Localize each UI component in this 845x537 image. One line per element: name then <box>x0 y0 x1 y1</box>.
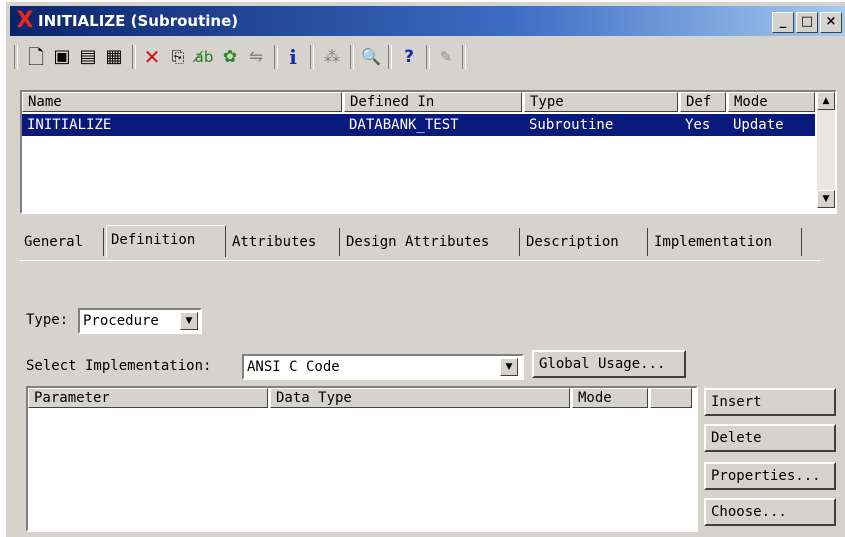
save-icon[interactable]: ▣ <box>50 45 74 69</box>
cell-type: Subroutine <box>529 117 614 133</box>
implementation-select-value: ANSI C Code <box>247 359 340 375</box>
column-header-parameter[interactable]: Parameter <box>28 388 268 408</box>
tab-bar: General Definition Attributes Design Att… <box>20 225 838 260</box>
cell-name: INITIALIZE <box>27 117 112 133</box>
toolbar: 🗋 ▣ ▤ ▦ ✕ ⎘ a̸b ✿ ⇋ i ⁂ 🔍 ? ✎ <box>10 39 845 75</box>
toolbar-separator <box>310 45 314 69</box>
tab-description[interactable]: Description <box>522 228 648 256</box>
tab-design-attributes[interactable]: Design Attributes <box>342 228 520 256</box>
type-label: Type: <box>26 312 69 328</box>
column-header-mode[interactable]: Mode <box>728 92 815 112</box>
parameter-table[interactable]: Parameter Data Type Mode <box>26 386 698 532</box>
window-title: INITIALIZE (Subroutine) <box>38 12 239 30</box>
properties-button[interactable]: Properties... <box>704 462 836 490</box>
grid-scrollbar[interactable]: ▲ ▼ <box>817 92 835 208</box>
implementation-label: Select Implementation: <box>26 358 212 374</box>
tab-general[interactable]: General <box>20 228 104 256</box>
toolbar-separator <box>462 45 466 69</box>
column-header-data-type[interactable]: Data Type <box>270 388 570 408</box>
app-x-icon: X <box>16 8 34 33</box>
find-icon[interactable]: 🔍 <box>358 45 384 69</box>
delete-icon[interactable]: ✕ <box>140 45 164 69</box>
close-button[interactable]: × <box>820 12 842 33</box>
chevron-down-icon[interactable]: ▼ <box>500 358 518 376</box>
column-header-defined-in[interactable]: Defined In <box>344 92 522 112</box>
minimize-button[interactable]: _ <box>772 12 794 33</box>
global-usage-button[interactable]: Global Usage... <box>532 350 686 378</box>
type-select-value: Procedure <box>83 313 159 329</box>
toolbar-separator <box>388 45 392 69</box>
column-header-type[interactable]: Type <box>524 92 678 112</box>
maximize-button[interactable]: □ <box>796 12 818 33</box>
toolbar-separator <box>426 45 430 69</box>
tab-implementation[interactable]: Implementation <box>650 228 802 256</box>
help-icon[interactable]: ? <box>396 45 422 69</box>
cell-def: Yes <box>685 117 711 133</box>
toolbar-separator <box>132 45 136 69</box>
toolbar-separator <box>350 45 354 69</box>
implementation-select[interactable]: ANSI C Code ▼ <box>242 354 524 380</box>
column-header-def[interactable]: Def <box>680 92 726 112</box>
choose-button[interactable]: Choose... <box>704 498 836 526</box>
tab-divider <box>20 260 820 261</box>
delete-button[interactable]: Delete <box>704 424 836 452</box>
compare-icon[interactable]: ⇋ <box>244 45 268 69</box>
copy-icon[interactable]: ⎘ <box>166 45 190 69</box>
chevron-down-icon[interactable]: ▼ <box>180 312 198 330</box>
print-icon[interactable]: ▦ <box>102 45 126 69</box>
toolbar-separator <box>274 45 278 69</box>
subroutine-window: X INITIALIZE (Subroutine) _ □ × 🗋 ▣ ▤ ▦ … <box>6 2 845 537</box>
new-icon[interactable]: 🗋 <box>24 45 48 69</box>
tree-icon[interactable]: ⁂ <box>320 45 344 69</box>
scroll-down-icon[interactable]: ▼ <box>817 190 835 208</box>
scroll-up-icon[interactable]: ▲ <box>817 92 835 110</box>
cell-defined-in: DATABANK_TEST <box>349 117 459 133</box>
object-grid[interactable]: Name Defined In Type Def Mode INITIALIZE… <box>20 90 837 214</box>
table-row[interactable]: INITIALIZE DATABANK_TEST Subroutine Yes … <box>22 114 815 136</box>
cell-mode: Update <box>733 117 784 133</box>
tab-attributes[interactable]: Attributes <box>228 228 340 256</box>
tab-definition[interactable]: Definition <box>106 225 226 257</box>
column-header-mode[interactable]: Mode <box>572 388 648 408</box>
save-as-icon[interactable]: ▤ <box>76 45 100 69</box>
relations-icon[interactable]: ✿ <box>218 45 242 69</box>
column-header-name[interactable]: Name <box>22 92 342 112</box>
info-icon[interactable]: i <box>282 45 304 69</box>
type-select[interactable]: Procedure ▼ <box>78 308 202 334</box>
toolbar-separator <box>14 45 18 69</box>
edit-icon[interactable]: ✎ <box>434 45 458 69</box>
insert-button[interactable]: Insert <box>704 388 836 416</box>
title-bar[interactable]: X INITIALIZE (Subroutine) _ □ × <box>10 6 845 36</box>
rename-icon[interactable]: a̸b <box>192 45 216 69</box>
column-header-blank <box>650 388 692 408</box>
